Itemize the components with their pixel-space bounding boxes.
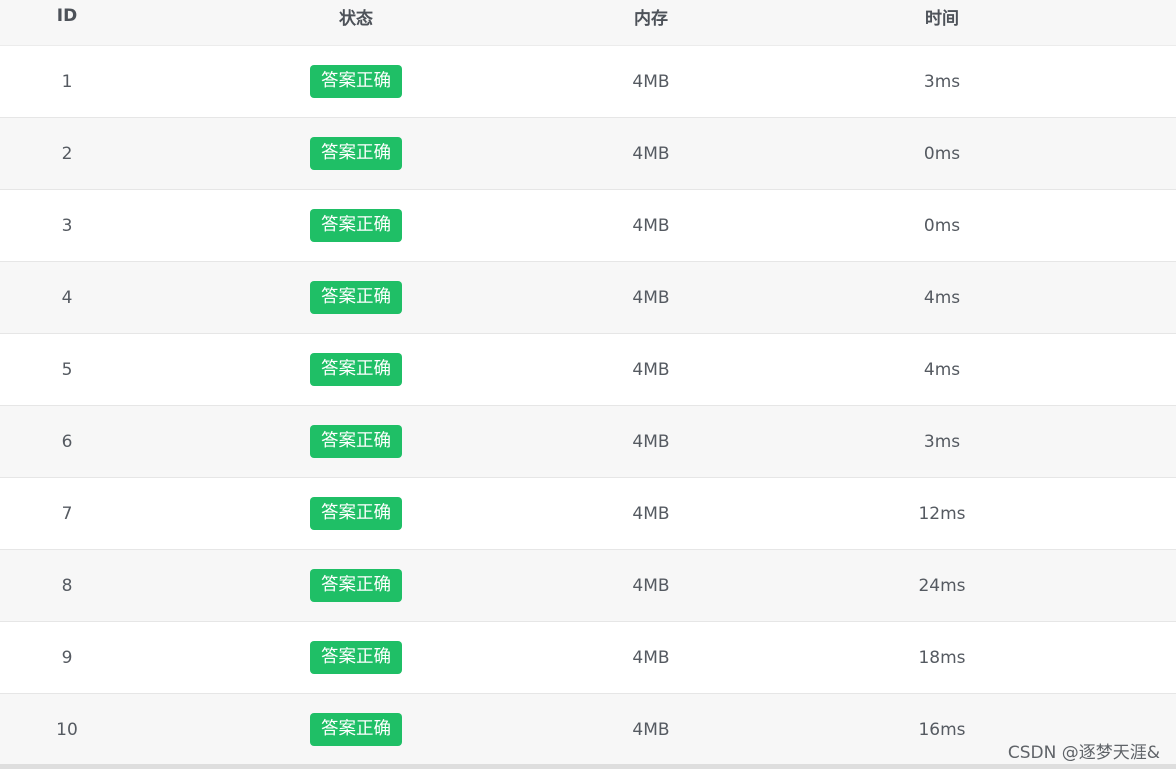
results-table: ID 状态 内存 时间 1 答案正确 4MB 3ms 2 答案正确 4MB 0m… (0, 0, 1176, 766)
memory-cell: 4MB (632, 575, 670, 596)
table-row: 5 答案正确 4MB 4ms (0, 334, 1176, 406)
status-cell: 答案正确 (256, 262, 456, 333)
table-row: 8 答案正确 4MB 24ms (0, 550, 1176, 622)
table-row: 3 答案正确 4MB 0ms (0, 190, 1176, 262)
header-time: 时间 (925, 8, 959, 29)
time-cell: 4ms (923, 359, 961, 380)
row-id: 3 (61, 215, 73, 236)
status-badge: 答案正确 (310, 713, 402, 746)
status-badge: 答案正确 (310, 353, 402, 386)
csdn-watermark: CSDN @逐梦天涯& (1007, 743, 1160, 763)
status-cell: 答案正确 (256, 334, 456, 405)
time-cell: 3ms (923, 71, 961, 92)
table-row: 4 答案正确 4MB 4ms (0, 262, 1176, 334)
time-cell: 18ms (918, 647, 966, 668)
memory-cell: 4MB (632, 647, 670, 668)
header-status: 状态 (339, 8, 373, 29)
row-id: 10 (56, 719, 78, 740)
row-id: 5 (61, 359, 73, 380)
row-id: 1 (61, 71, 73, 92)
status-cell: 答案正确 (256, 406, 456, 477)
status-badge: 答案正确 (310, 497, 402, 530)
status-badge: 答案正确 (310, 281, 402, 314)
status-badge: 答案正确 (310, 137, 402, 170)
memory-cell: 4MB (632, 287, 670, 308)
row-id: 7 (61, 503, 73, 524)
memory-cell: 4MB (632, 71, 670, 92)
header-memory: 内存 (634, 8, 668, 29)
time-cell: 3ms (923, 431, 961, 452)
row-id: 4 (61, 287, 73, 308)
status-badge: 答案正确 (310, 425, 402, 458)
time-cell: 4ms (923, 287, 961, 308)
time-cell: 12ms (918, 503, 966, 524)
time-cell: 0ms (923, 215, 961, 236)
status-badge: 答案正确 (310, 65, 402, 98)
status-cell: 答案正确 (256, 118, 456, 189)
table-header: ID 状态 内存 时间 (0, 0, 1176, 46)
table-row: 1 答案正确 4MB 3ms (0, 46, 1176, 118)
row-id: 2 (61, 143, 73, 164)
status-cell: 答案正确 (256, 190, 456, 261)
status-badge: 答案正确 (310, 569, 402, 602)
status-cell: 答案正确 (256, 478, 456, 549)
header-id: ID (56, 6, 78, 26)
status-badge: 答案正确 (310, 209, 402, 242)
memory-cell: 4MB (632, 431, 670, 452)
memory-cell: 4MB (632, 719, 670, 740)
memory-cell: 4MB (632, 359, 670, 380)
memory-cell: 4MB (632, 143, 670, 164)
table-bottom-border (0, 764, 1176, 769)
status-cell: 答案正确 (256, 550, 456, 621)
row-id: 8 (61, 575, 73, 596)
table-row: 7 答案正确 4MB 12ms (0, 478, 1176, 550)
row-id: 9 (61, 647, 73, 668)
table-row: 10 答案正确 4MB 16ms (0, 694, 1176, 766)
status-cell: 答案正确 (256, 694, 456, 765)
time-cell: 24ms (918, 575, 966, 596)
time-cell: 0ms (923, 143, 961, 164)
status-badge: 答案正确 (310, 641, 402, 674)
table-row: 2 答案正确 4MB 0ms (0, 118, 1176, 190)
status-cell: 答案正确 (256, 622, 456, 693)
memory-cell: 4MB (632, 215, 670, 236)
table-row: 9 答案正确 4MB 18ms (0, 622, 1176, 694)
status-cell: 答案正确 (256, 46, 456, 117)
table-row: 6 答案正确 4MB 3ms (0, 406, 1176, 478)
memory-cell: 4MB (632, 503, 670, 524)
row-id: 6 (61, 431, 73, 452)
